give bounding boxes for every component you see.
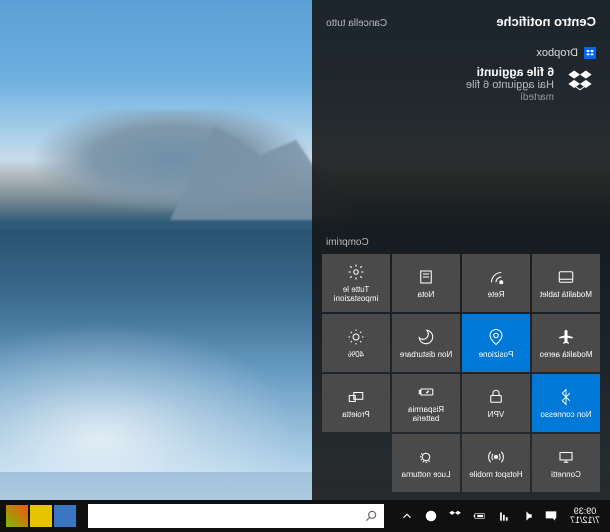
- taskbar: 09:39 7/12/17: [0, 500, 610, 532]
- tile-label: Connetti: [551, 471, 581, 480]
- tray-battery-icon[interactable]: [472, 509, 486, 523]
- tile-label: Modalità tablet: [540, 291, 592, 300]
- pinned-app-1[interactable]: [6, 505, 28, 527]
- tile-brightness[interactable]: 40%: [322, 314, 390, 372]
- tile-quiet-hours[interactable]: Non disturbare: [392, 314, 460, 372]
- dropbox-app-icon: [584, 47, 596, 59]
- tile-label: Luce notturna: [402, 471, 451, 480]
- tile-note[interactable]: Nota: [392, 254, 460, 312]
- tile-label: Proietta: [342, 411, 370, 420]
- tile-label: Risparmia batteria: [396, 406, 456, 424]
- tile-label: VPN: [488, 411, 504, 420]
- pinned-app-2[interactable]: [30, 505, 52, 527]
- tile-battery-saver[interactable]: Risparmia batteria: [392, 374, 460, 432]
- tile-project[interactable]: Proietta: [322, 374, 390, 432]
- notification-app-row: Dropbox: [326, 47, 596, 59]
- sun-icon: [347, 327, 365, 347]
- connect-icon: [557, 447, 575, 467]
- tile-vpn[interactable]: VPN: [462, 374, 530, 432]
- collapse-link[interactable]: Comprimi: [322, 233, 600, 254]
- tile-night-light[interactable]: Luce notturna: [392, 434, 460, 492]
- tile-label: Rete: [488, 291, 505, 300]
- quick-action-tiles: Modalità tablet Rete Nota Tutte le impos…: [322, 254, 600, 492]
- tile-label: Modalità aereo: [540, 351, 593, 360]
- tray-dropbox-icon[interactable]: [448, 509, 462, 523]
- tile-label: 40%: [348, 351, 364, 360]
- gear-icon: [347, 262, 365, 282]
- tile-label: Hotspot mobile: [469, 471, 522, 480]
- location-icon: [487, 327, 505, 347]
- hotspot-icon: [487, 447, 505, 467]
- tray-network-icon[interactable]: [496, 509, 510, 523]
- tile-all-settings[interactable]: Tutte le impostazioni: [322, 254, 390, 312]
- tile-network[interactable]: Rete: [462, 254, 530, 312]
- action-center-panel: Centro notifiche Cancella tutto Dropbox …: [312, 0, 610, 500]
- notification-app-name: Dropbox: [536, 47, 578, 59]
- system-tray: [400, 509, 558, 523]
- note-icon: [417, 267, 435, 287]
- clock-date: 7/12/17: [570, 516, 600, 525]
- tile-tablet-mode[interactable]: Modalità tablet: [532, 254, 600, 312]
- battery-leaf-icon: [417, 382, 435, 402]
- project-icon: [347, 387, 365, 407]
- taskbar-clock[interactable]: 09:39 7/12/17: [566, 507, 604, 525]
- tray-volume-icon[interactable]: [520, 509, 534, 523]
- panel-spacer: [322, 107, 600, 233]
- network-icon: [487, 267, 505, 287]
- tile-label: Non disturbare: [400, 351, 452, 360]
- tablet-icon: [557, 267, 575, 287]
- tile-label: Tutte le impostazioni: [326, 286, 386, 304]
- notification-day: martedì: [326, 92, 554, 103]
- tray-action-center-icon[interactable]: [544, 509, 558, 523]
- notification-text: 6 file aggiunti Hai aggiunto 6 file mart…: [326, 65, 554, 103]
- taskbar-search[interactable]: [88, 504, 384, 528]
- search-icon: [364, 509, 378, 523]
- panel-header: Centro notifiche Cancella tutto: [322, 14, 600, 29]
- notification-item[interactable]: Dropbox 6 file aggiunti Hai aggiunto 6 f…: [322, 43, 600, 107]
- tile-bluetooth[interactable]: Non connesso: [532, 374, 600, 432]
- tray-skype-icon[interactable]: [424, 509, 438, 523]
- panel-title: Centro notifiche: [496, 14, 596, 29]
- tile-hotspot[interactable]: Hotspot mobile: [462, 434, 530, 492]
- clear-all-link[interactable]: Cancella tutto: [326, 18, 387, 29]
- notification-subtitle: Hai aggiunto 6 file: [326, 79, 554, 91]
- tray-chevron-icon[interactable]: [400, 509, 414, 523]
- night-light-icon: [417, 447, 435, 467]
- dropbox-icon: [564, 65, 596, 97]
- tile-connect[interactable]: Connetti: [532, 434, 600, 492]
- pinned-app-3[interactable]: [54, 505, 76, 527]
- tile-label: Nota: [418, 291, 435, 300]
- vpn-icon: [487, 387, 505, 407]
- notification-title: 6 file aggiunti: [326, 65, 554, 79]
- tile-airplane-mode[interactable]: Modalità aereo: [532, 314, 600, 372]
- airplane-icon: [557, 327, 575, 347]
- tile-label: Posizione: [479, 351, 514, 360]
- moon-icon: [417, 327, 435, 347]
- tile-label: Non connesso: [540, 411, 591, 420]
- bluetooth-icon: [557, 387, 575, 407]
- taskbar-pinned: [6, 505, 76, 527]
- tile-location[interactable]: Posizione: [462, 314, 530, 372]
- notification-body: 6 file aggiunti Hai aggiunto 6 file mart…: [326, 65, 596, 103]
